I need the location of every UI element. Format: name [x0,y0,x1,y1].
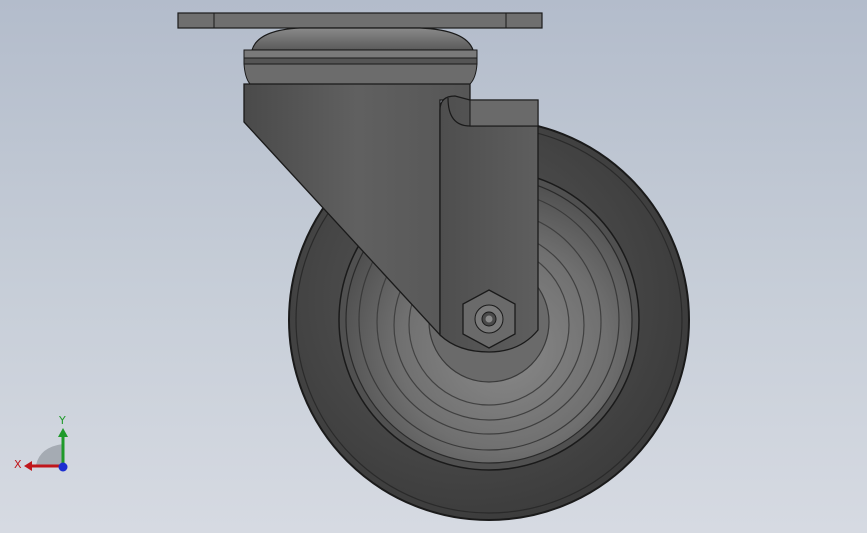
z-axis-dot [58,462,68,472]
caster-model[interactable] [0,0,867,533]
x-axis-label: X [14,458,22,471]
swivel-bearing[interactable] [243,27,478,85]
view-orientation-triad[interactable]: X Y [10,410,80,480]
y-axis-label: Y [58,414,66,427]
plate [177,12,543,29]
top-plate[interactable] [177,12,543,29]
graphics-viewport[interactable]: X Y [0,0,867,533]
triad-plane-quarter [36,444,63,465]
